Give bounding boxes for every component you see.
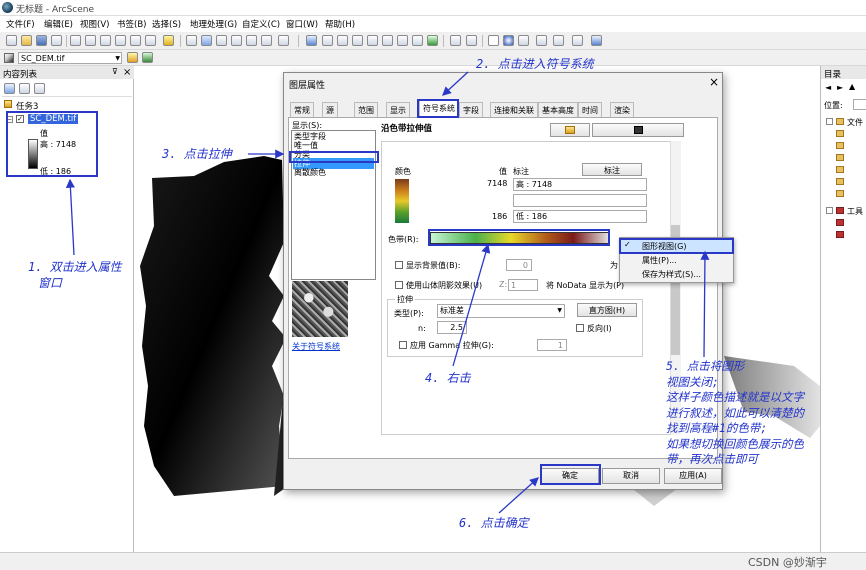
arrow-1 [65, 178, 75, 256]
annotation-2: 2. 点击进入符号系统 [476, 57, 594, 71]
annotation-3: 3. 点击拉伸 [162, 147, 232, 161]
arrow-4 [452, 243, 491, 367]
annotation-4: 4. 右击 [425, 371, 471, 385]
annotation-5: 5. 点击将图形 视图关闭; 这样子颜色描述就是以文字 进行叙述，如此可以清楚的… [666, 359, 804, 466]
arrow-6 [498, 477, 539, 514]
annotation-arrows [65, 71, 710, 514]
arrow-2 [442, 71, 469, 96]
annotation-1: 1. 双击进入属性 窗口 [28, 260, 122, 290]
annotation-6: 6. 点击确定 [459, 516, 529, 530]
arrow-5 [700, 250, 710, 358]
